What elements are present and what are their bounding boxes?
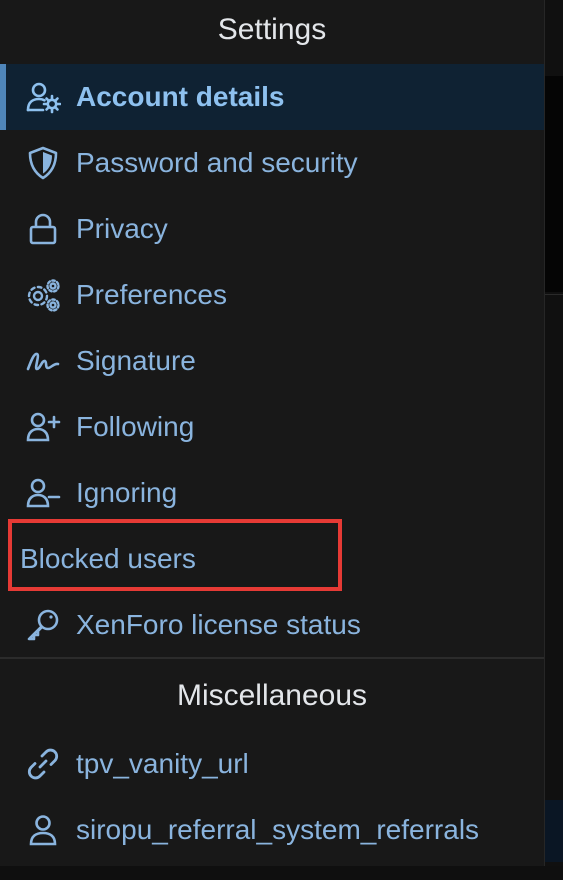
nav-item-label: Privacy (76, 213, 168, 244)
nav-item-label: Account details (76, 81, 285, 112)
key-icon (24, 606, 62, 644)
nav-item-label: Following (76, 411, 195, 442)
user-gear-icon (24, 78, 62, 116)
nav-item-siropu-referral-system-referrals[interactable]: siropu_referral_system_referrals (0, 797, 544, 863)
nav-item-privacy[interactable]: Privacy (0, 196, 544, 262)
nav-item-following[interactable]: Following (0, 394, 544, 460)
nav-item-label: Ignoring (76, 477, 178, 508)
nav-item-label: siropu_referral_system_referrals (76, 814, 480, 845)
nav-item-label: Signature (76, 345, 196, 376)
nav-item-label: XenForo license status (76, 609, 361, 640)
miscellaneous-heading: Miscellaneous (176, 679, 368, 712)
background-page-edge (545, 0, 563, 880)
signature-icon (24, 342, 62, 380)
gears-icon (24, 276, 62, 314)
nav-item-label: Password and security (76, 147, 358, 178)
nav-item-preferences[interactable]: Preferences (0, 262, 544, 328)
bottom-strip (0, 866, 563, 880)
nav-item-password-and-security[interactable]: Password and security (0, 130, 544, 196)
section-divider (0, 657, 544, 659)
settings-nav-panel: Settings Account details Password and se… (0, 0, 545, 866)
user-plus-icon (24, 408, 62, 446)
nav-item-label: Blocked users (20, 543, 196, 574)
lock-icon (24, 210, 62, 248)
settings-heading: Settings (217, 13, 327, 46)
nav-item-label: Preferences (76, 279, 227, 310)
nav-item-label: tpv_vanity_url (76, 748, 249, 779)
nav-item-signature[interactable]: Signature (0, 328, 544, 394)
link-icon (24, 745, 62, 783)
user-minus-icon (24, 474, 62, 512)
nav-item-xenforo-license-status[interactable]: XenForo license status (0, 592, 544, 658)
nav-item-ignoring[interactable]: Ignoring (0, 460, 544, 526)
nav-item-account-details[interactable]: Account details (0, 64, 544, 130)
user-icon (24, 811, 62, 849)
nav-item-blocked-users[interactable]: Blocked users (0, 526, 544, 592)
shield-icon (24, 144, 62, 182)
nav-item-tpv-vanity-url[interactable]: tpv_vanity_url (0, 731, 544, 797)
